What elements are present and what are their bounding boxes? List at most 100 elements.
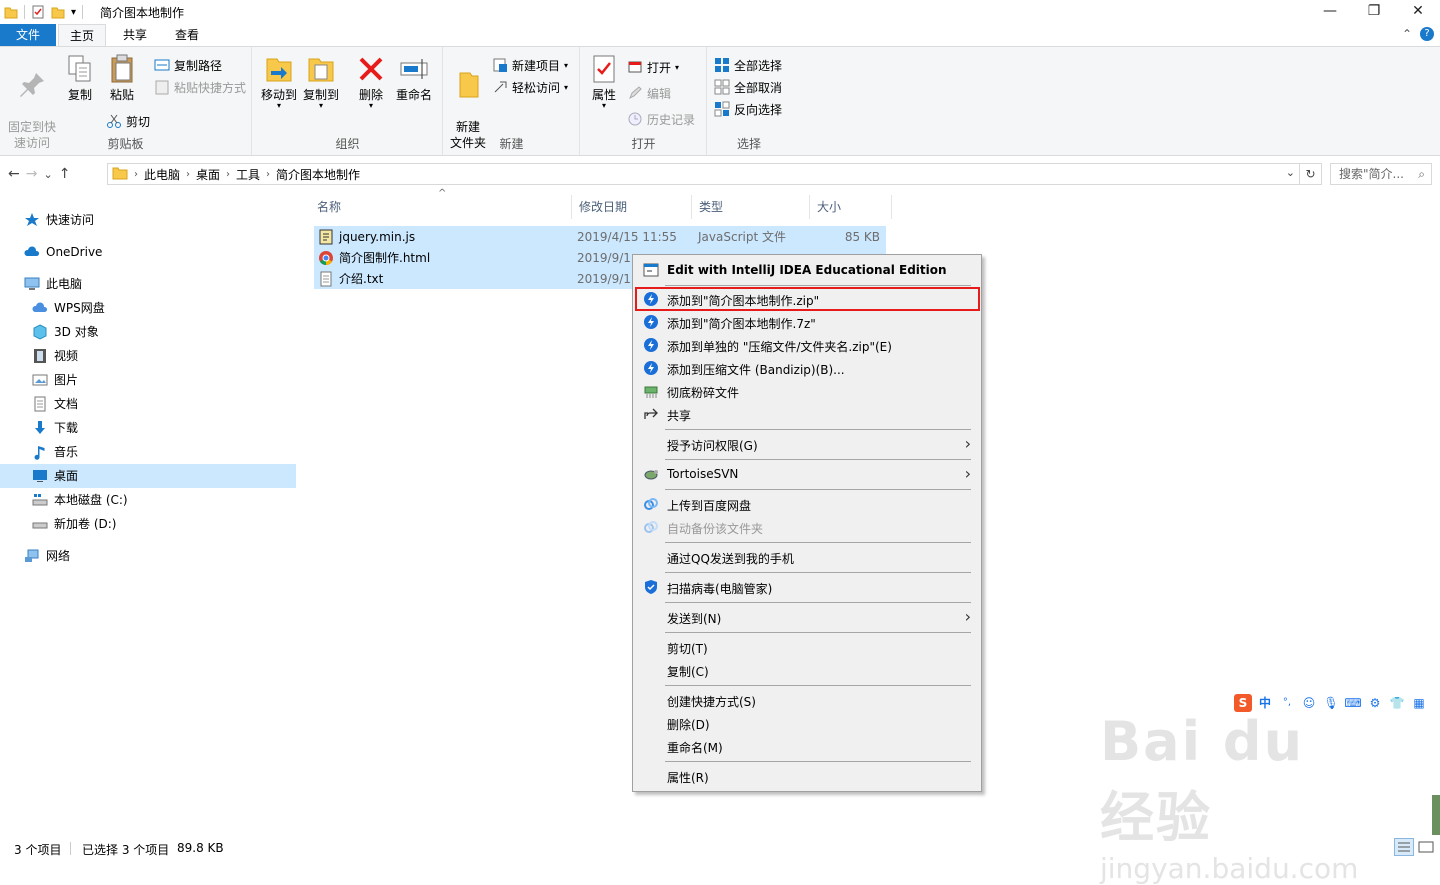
nav-music[interactable]: 音乐 <box>32 440 78 464</box>
edit-button[interactable]: 编辑 <box>627 83 671 103</box>
network-icon <box>24 548 40 564</box>
ime-language-toggle[interactable]: 中 <box>1256 694 1274 712</box>
nav-3d-objects[interactable]: 3D 对象 <box>32 320 99 344</box>
collapse-ribbon-icon[interactable]: ⌃ <box>1402 27 1412 41</box>
nav-local-disk-c[interactable]: 本地磁盘 (C:) <box>32 488 128 512</box>
address-box[interactable]: › 此电脑 › 桌面 › 工具 › 简介图本地制作 ⌄ <box>107 163 1300 185</box>
paste-button[interactable]: 粘贴 <box>102 53 142 103</box>
nav-volume-d[interactable]: 新加卷 (D:) <box>32 512 116 536</box>
history-button[interactable]: 历史记录 <box>627 109 695 129</box>
nav-downloads[interactable]: 下载 <box>32 416 78 440</box>
menu-item-add-each[interactable]: 添加到单独的 "压缩文件/文件夹名.zip"(E) <box>633 334 981 357</box>
up-button[interactable]: ↑ <box>59 166 71 182</box>
tab-home[interactable]: 主页 <box>58 24 106 46</box>
paste-shortcut-button[interactable]: 粘贴快捷方式 <box>154 77 246 97</box>
column-header-modified[interactable]: 修改日期 <box>572 195 692 219</box>
large-icons-view-button[interactable] <box>1417 839 1435 855</box>
breadcrumb-chevron-icon[interactable]: › <box>134 169 138 180</box>
column-header-size[interactable]: 大小 <box>810 195 892 219</box>
search-input[interactable]: 搜索"简介... ⌕ <box>1330 163 1432 185</box>
breadcrumb-current-folder[interactable]: 简介图本地制作 <box>276 166 360 183</box>
copy-button[interactable]: 复制 <box>62 53 98 103</box>
rename-button[interactable]: 重命名 <box>393 53 435 103</box>
nav-pictures[interactable]: 图片 <box>32 368 78 392</box>
column-header-name[interactable]: 名称 <box>310 195 572 219</box>
nav-desktop[interactable]: 桌面 <box>0 464 296 488</box>
customize-toolbar-icon[interactable]: ▾ <box>71 7 76 18</box>
open-button[interactable]: 打开 ▾ <box>627 57 679 77</box>
minimize-button[interactable]: — <box>1308 0 1352 24</box>
table-row[interactable]: jquery.min.js 2019/4/15 11:55 JavaScript… <box>314 226 886 247</box>
forward-button[interactable]: → <box>26 166 38 182</box>
new-folder-icon[interactable] <box>51 5 65 19</box>
breadcrumb-this-pc[interactable]: 此电脑 <box>144 166 180 183</box>
ime-punctuation-toggle[interactable]: °, <box>1278 694 1296 712</box>
organize-group: 移动到 ▾ 复制到 ▾ 删除 ▾ 重命名 组织 <box>253 47 443 155</box>
cut-button[interactable]: 剪切 <box>106 111 150 131</box>
nav-onedrive[interactable]: OneDrive <box>24 240 102 264</box>
menu-item-add-7z[interactable]: 添加到"简介图本地制作.7z" <box>633 311 981 334</box>
properties-icon[interactable] <box>31 5 45 19</box>
properties-button[interactable]: 属性 ▾ <box>585 53 623 110</box>
refresh-button[interactable]: ↻ <box>1300 163 1322 185</box>
breadcrumb-chevron-icon[interactable]: › <box>266 169 270 180</box>
breadcrumb-chevron-icon[interactable]: › <box>186 169 190 180</box>
menu-item-copy[interactable]: 复制(C) <box>633 659 981 682</box>
baidu-netdisk-icon <box>643 496 659 512</box>
menu-item-send-to[interactable]: 发送到(N) › <box>633 606 981 629</box>
menu-item-add-archive[interactable]: 添加到压缩文件 (Bandizip)(B)... <box>633 357 981 380</box>
select-all-button[interactable]: 全部选择 <box>714 55 782 75</box>
nav-wps[interactable]: WPS网盘 <box>32 296 105 320</box>
breadcrumb-tools[interactable]: 工具 <box>236 166 260 183</box>
menu-item-share[interactable]: 共享 <box>633 403 981 426</box>
menu-item-intellij[interactable]: Edit with IntelliJ IDEA Educational Edit… <box>633 259 981 282</box>
breadcrumb-chevron-icon[interactable]: › <box>226 169 230 180</box>
nav-quick-access[interactable]: 快速访问 <box>24 208 94 232</box>
skin-shirt-icon[interactable]: 👕 <box>1388 694 1406 712</box>
menu-item-properties[interactable]: 属性(R) <box>633 765 981 788</box>
menu-item-scan-virus[interactable]: 扫描病毒(电脑管家) <box>633 576 981 599</box>
help-icon[interactable]: ? <box>1420 27 1434 41</box>
menu-item-cut[interactable]: 剪切(T) <box>633 636 981 659</box>
easy-access-button[interactable]: 轻松访问 ▾ <box>492 77 568 97</box>
menu-item-create-shortcut[interactable]: 创建快捷方式(S) <box>633 689 981 712</box>
copy-path-button[interactable]: 复制路径 <box>154 55 222 75</box>
recent-locations-button[interactable]: ⌄ <box>43 168 52 181</box>
menu-item-delete[interactable]: 删除(D) <box>633 712 981 735</box>
invert-selection-button[interactable]: 反向选择 <box>714 99 782 119</box>
maximize-button[interactable]: ❐ <box>1352 0 1396 24</box>
invert-selection-icon <box>714 101 730 117</box>
nav-videos[interactable]: 视频 <box>32 344 78 368</box>
menu-item-add-zip[interactable]: 添加到"简介图本地制作.zip" <box>633 288 981 311</box>
ime-menu-grid-icon[interactable]: ▦ <box>1410 694 1428 712</box>
column-header-type[interactable]: 类型 <box>692 195 810 219</box>
move-to-button[interactable]: 移动到 ▾ <box>259 53 299 110</box>
menu-item-qq-send[interactable]: 通过QQ发送到我的手机 <box>633 546 981 569</box>
select-none-button[interactable]: 全部取消 <box>714 77 782 97</box>
back-button[interactable]: ← <box>8 166 20 182</box>
ime-tools-icon[interactable]: ⚙ <box>1366 694 1384 712</box>
copy-to-button[interactable]: 复制到 ▾ <box>301 53 341 110</box>
delete-button[interactable]: 删除 ▾ <box>353 53 389 110</box>
breadcrumb-desktop[interactable]: 桌面 <box>196 166 220 183</box>
tab-file[interactable]: 文件 <box>0 24 56 46</box>
menu-item-baidu-upload[interactable]: 上传到百度网盘 <box>633 493 981 516</box>
nav-this-pc[interactable]: 此电脑 <box>24 272 82 296</box>
emoji-icon[interactable]: ☺ <box>1300 694 1318 712</box>
tab-share[interactable]: 共享 <box>112 24 158 46</box>
nav-network[interactable]: 网络 <box>24 544 70 568</box>
nav-documents[interactable]: 文档 <box>32 392 78 416</box>
sogou-logo-icon[interactable]: S <box>1234 694 1252 712</box>
close-button[interactable]: ✕ <box>1396 0 1440 24</box>
keyboard-icon[interactable]: ⌨ <box>1344 694 1362 712</box>
new-item-button[interactable]: 新建项目 ▾ <box>492 55 568 75</box>
details-view-button[interactable] <box>1394 838 1414 856</box>
menu-item-baidu-backup[interactable]: 自动备份该文件夹 <box>633 516 981 539</box>
menu-item-tortoisesvn[interactable]: TortoiseSVN › <box>633 463 981 486</box>
address-dropdown-icon[interactable]: ⌄ <box>1286 166 1295 179</box>
microphone-icon[interactable]: 🎙 <box>1322 694 1340 712</box>
menu-item-rename[interactable]: 重命名(M) <box>633 735 981 758</box>
tab-view[interactable]: 查看 <box>164 24 210 46</box>
menu-item-shred[interactable]: 彻底粉碎文件 <box>633 380 981 403</box>
menu-item-grant-access[interactable]: 授予访问权限(G) › <box>633 433 981 456</box>
